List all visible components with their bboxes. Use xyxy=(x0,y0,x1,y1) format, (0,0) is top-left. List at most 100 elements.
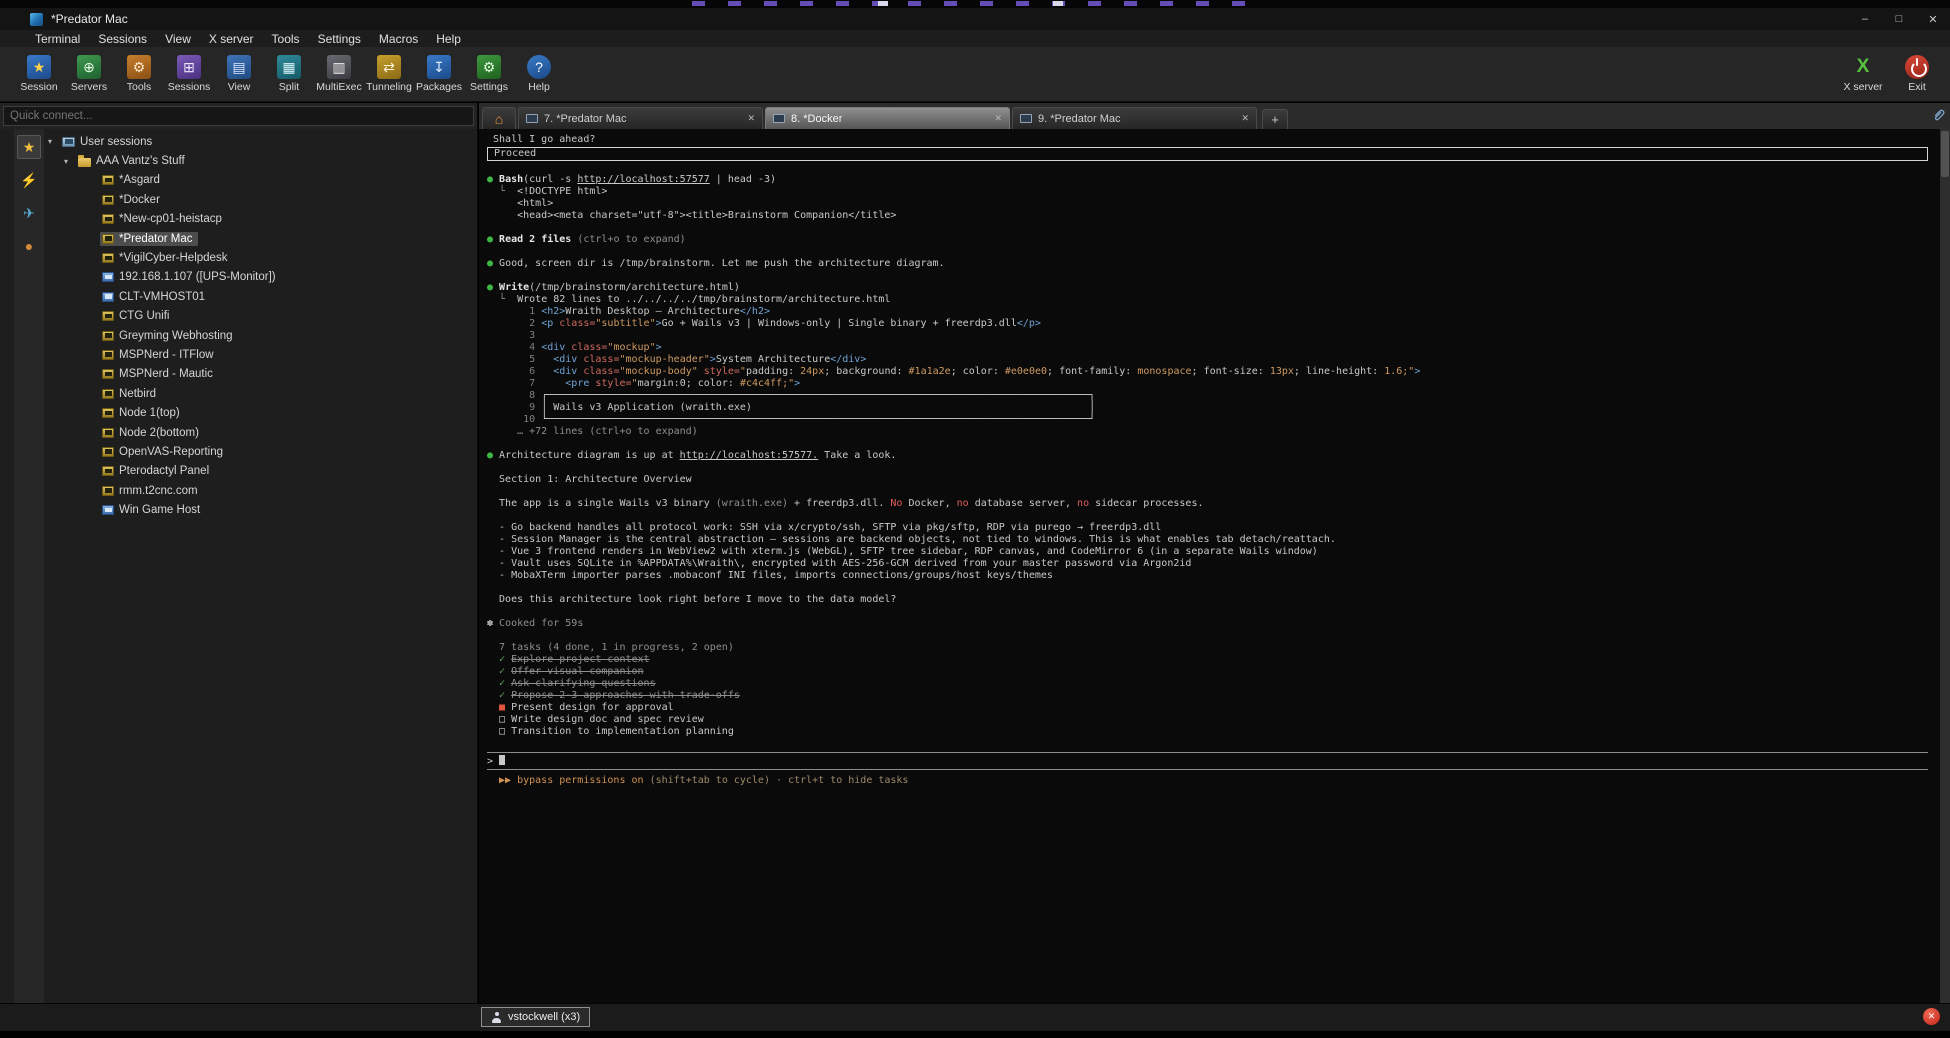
sessions-button[interactable]: ⊞Sessions xyxy=(166,55,212,93)
tree-item-user-sessions[interactable]: ▾User sessions xyxy=(44,132,477,151)
tab-7-predator-mac[interactable]: 7. *Predator Mac✕ xyxy=(518,107,763,129)
terminal-text: Proceed xyxy=(488,148,536,159)
tab-close-icon[interactable]: ✕ xyxy=(994,113,1002,124)
tree-item-mspnerd-mautic[interactable]: MSPNerd - Mautic xyxy=(44,365,477,384)
terminal-text: ✓ xyxy=(487,654,511,665)
macros-button[interactable]: ✈ xyxy=(17,201,41,225)
terminal-line xyxy=(487,246,1940,258)
terminal-text: 1 xyxy=(487,306,541,317)
terminal-text: ● xyxy=(487,258,499,269)
maximize-button[interactable]: □ xyxy=(1882,8,1916,30)
disconnect-button[interactable]: ⚡ xyxy=(17,168,41,192)
exit-button[interactable]: Exit xyxy=(1894,55,1940,93)
terminal-link[interactable]: http://localhost:57577. xyxy=(680,450,818,461)
tree-item-aaa-vantz-s-stuff[interactable]: ▾AAA Vantz's Stuff xyxy=(44,151,477,170)
tree-item-label: Node 1(top) xyxy=(119,407,180,419)
tree-item-node-1-top[interactable]: Node 1(top) xyxy=(44,403,477,422)
tree-item-predator-mac[interactable]: *Predator Mac xyxy=(44,229,477,248)
view-button[interactable]: ▤View xyxy=(216,55,262,93)
tree-item-label: Pterodactyl Panel xyxy=(119,465,209,477)
menu-view[interactable]: View xyxy=(156,32,200,46)
terminal-text: Wraith Desktop — Architecture xyxy=(565,306,740,317)
tree-item-ctg-unifi[interactable]: CTG Unifi xyxy=(44,307,477,326)
servers-button[interactable]: ⊕Servers xyxy=(66,55,112,93)
menu-settings[interactable]: Settings xyxy=(309,32,370,46)
tab-close-icon[interactable]: ✕ xyxy=(747,113,755,124)
terminal-link[interactable]: http://localhost:57577 xyxy=(577,174,709,185)
menu-terminal[interactable]: Terminal xyxy=(26,32,89,46)
toolbar-label: Exit xyxy=(1908,81,1926,93)
packages-icon: ↧ xyxy=(427,55,451,79)
terminal-line: ● Bash(curl -s http://localhost:57577 | … xyxy=(487,174,1940,186)
background-window-sliver xyxy=(0,0,1950,8)
rdp-icon xyxy=(102,292,114,302)
tree-item-rmm-t2cnc-com[interactable]: rmm.t2cnc.com xyxy=(44,481,477,500)
status-close-button[interactable]: ✕ xyxy=(1923,1008,1940,1025)
expand-caret-icon[interactable]: ▾ xyxy=(48,137,57,146)
terminal-line: ● Architecture diagram is up at http://l… xyxy=(487,450,1940,462)
tools-button[interactable]: ⚙Tools xyxy=(116,55,162,93)
close-button[interactable]: ✕ xyxy=(1916,8,1950,30)
terminal-line xyxy=(487,606,1940,618)
sftp-button[interactable]: ● xyxy=(17,234,41,258)
tree-item-node-2-bottom[interactable]: Node 2(bottom) xyxy=(44,423,477,442)
terminal-input[interactable]: > xyxy=(487,752,1928,770)
menu-help[interactable]: Help xyxy=(427,32,470,46)
settings-button[interactable]: ⚙Settings xyxy=(466,55,512,93)
quick-connect-input[interactable] xyxy=(3,106,474,126)
session-button[interactable]: ★Session xyxy=(16,55,62,93)
terminal-text xyxy=(541,378,565,389)
tree-item-win-game-host[interactable]: Win Game Host xyxy=(44,500,477,519)
tree-item-netbird[interactable]: Netbird xyxy=(44,384,477,403)
tree-item-pterodactyl-panel[interactable]: Pterodactyl Panel xyxy=(44,462,477,481)
menu-tools[interactable]: Tools xyxy=(263,32,309,46)
status-session-chip[interactable]: vstockwell (x3) xyxy=(481,1007,590,1027)
terminal-line xyxy=(487,486,1940,498)
terminal[interactable]: Shall I go ahead? Proceed ● Bash(curl -s… xyxy=(479,129,1940,1003)
terminal-text: style= xyxy=(589,378,631,389)
terminal-line xyxy=(487,462,1940,474)
favorites-star-button[interactable]: ★ xyxy=(17,135,41,159)
terminal-line: 5 <div class="mockup-header">System Arch… xyxy=(487,354,1940,366)
terminal-scrollbar[interactable] xyxy=(1940,129,1950,1003)
ssh-icon xyxy=(102,175,114,185)
tab-8-docker[interactable]: 8. *Docker✕ xyxy=(765,107,1010,129)
tree-item-clt-vmhost01[interactable]: CLT-VMHOST01 xyxy=(44,287,477,306)
tree-item-192-168-1-107-ups-monitor[interactable]: 192.168.1.107 ([UPS-Monitor]) xyxy=(44,268,477,287)
tunneling-button[interactable]: ⇄Tunneling xyxy=(366,55,412,93)
window-controls: – □ ✕ xyxy=(1848,8,1950,30)
terminal-line: Does this architecture look right before… xyxy=(487,594,1940,606)
tree-item-vigilcyber-helpdesk[interactable]: *VigilCyber-Helpdesk xyxy=(44,248,477,267)
terminal-text xyxy=(541,366,553,377)
tab-home[interactable]: ⌂ xyxy=(482,107,516,129)
split-button[interactable]: ▦Split xyxy=(266,55,312,93)
tree-item-docker[interactable]: *Docker xyxy=(44,190,477,209)
terminal-line: - Go backend handles all protocol work: … xyxy=(487,522,1940,534)
terminal-text: Wrote 82 lines to ../../../../tmp/brains… xyxy=(517,294,890,305)
tab-close-icon[interactable]: ✕ xyxy=(1241,113,1249,124)
multiexec-button[interactable]: ▥MultiExec xyxy=(316,55,362,93)
terminal-text: > xyxy=(656,342,662,353)
help-button[interactable]: ?Help xyxy=(516,55,562,93)
window-title: *Predator Mac xyxy=(51,12,128,26)
menu-x-server[interactable]: X server xyxy=(200,32,263,46)
new-tab-button[interactable]: + xyxy=(1262,109,1288,129)
permission-option-proceed[interactable]: Proceed xyxy=(488,148,1927,160)
scrollbar-thumb[interactable] xyxy=(1941,131,1949,177)
tree-item-mspnerd-itflow[interactable]: MSPNerd - ITFlow xyxy=(44,345,477,364)
menu-macros[interactable]: Macros xyxy=(370,32,427,46)
tree-item-asgard[interactable]: *Asgard xyxy=(44,171,477,190)
tab-9-predator-mac[interactable]: 9. *Predator Mac✕ xyxy=(1012,107,1257,129)
attachments-icon[interactable] xyxy=(1931,107,1947,123)
terminal-text: └───────────────────────────────────────… xyxy=(541,414,1095,425)
x-server-button[interactable]: XX server xyxy=(1840,55,1886,93)
minimize-button[interactable]: – xyxy=(1848,8,1882,30)
tree-item-greyming-webhosting[interactable]: Greyming Webhosting xyxy=(44,326,477,345)
packages-button[interactable]: ↧Packages xyxy=(416,55,462,93)
terminal-text: </h2> xyxy=(740,306,770,317)
tree-item-openvas-reporting[interactable]: OpenVAS-Reporting xyxy=(44,442,477,461)
menu-sessions[interactable]: Sessions xyxy=(89,32,156,46)
terminal-line: ✓ Explore project context xyxy=(487,654,1940,666)
expand-caret-icon[interactable]: ▾ xyxy=(64,157,73,166)
tree-item-new-cp01-heistacp[interactable]: *New-cp01-heistacp xyxy=(44,210,477,229)
